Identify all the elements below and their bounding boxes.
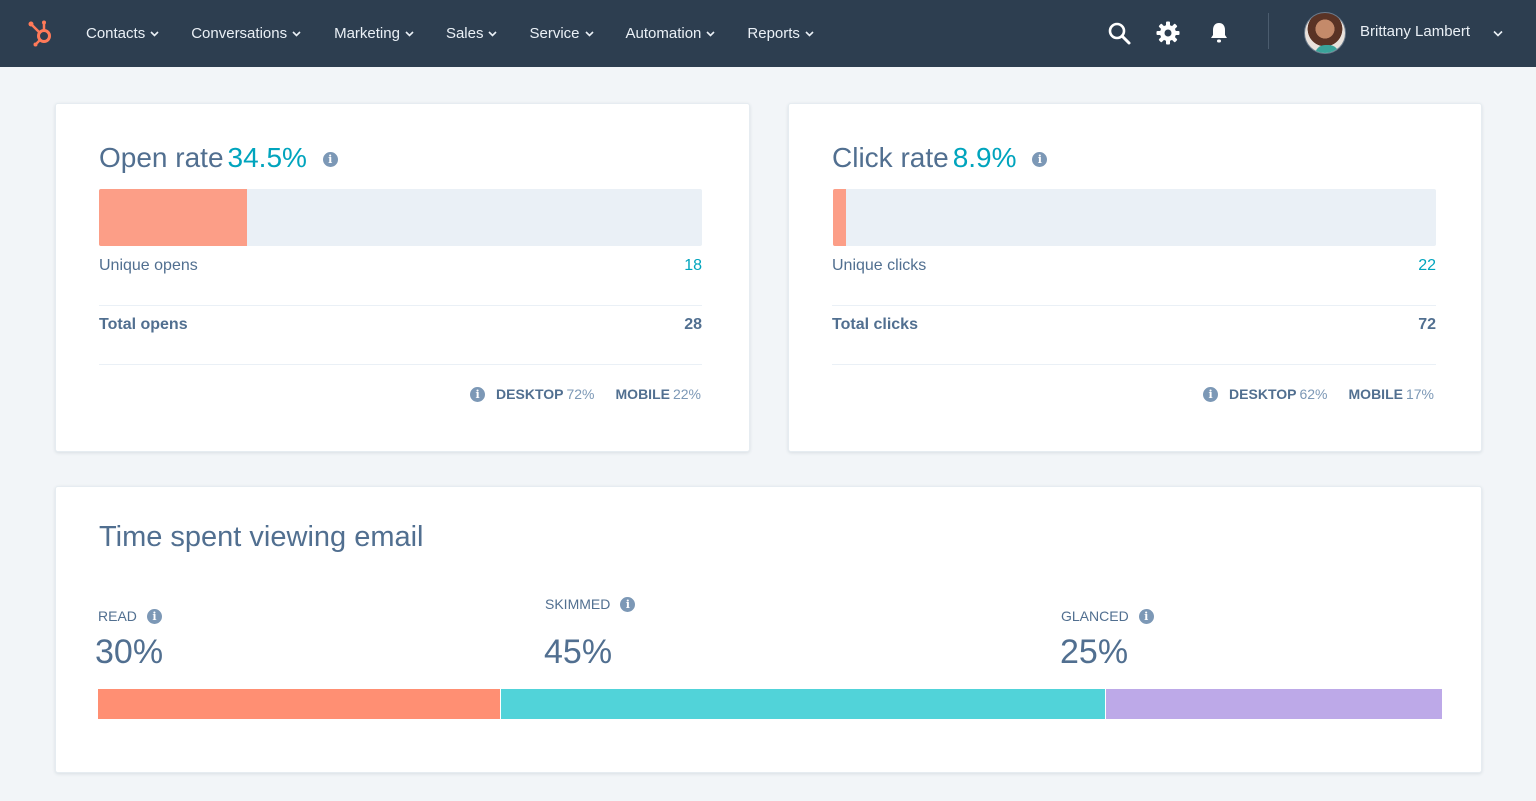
stat-label: Total opens: [99, 316, 188, 333]
open-rate-value: 34.5%: [227, 142, 307, 173]
nav-contacts-label: Contacts: [86, 25, 146, 42]
time-spent-title: Time spent viewing email: [99, 521, 424, 553]
segment-label-read: READ i: [98, 608, 162, 624]
info-icon[interactable]: i: [322, 152, 338, 168]
desktop-label: DESKTOP: [496, 386, 564, 402]
device-breakdown: i DESKTOP 62% MOBILE 17%: [1203, 386, 1434, 402]
segment-bar-skimmed: [501, 689, 1105, 719]
bell-icon[interactable]: [1206, 20, 1232, 46]
desktop-label: DESKTOP: [1229, 386, 1297, 402]
stat-value[interactable]: 22: [1418, 257, 1436, 275]
mobile-label: MOBILE: [615, 386, 670, 402]
glanced-value: 25%: [1060, 633, 1129, 671]
mobile-value: 17%: [1405, 386, 1434, 402]
stat-row-total-opens: Total opens 28: [99, 306, 702, 365]
click-rate-card: Click rate 8.9% i Unique clicks 22 Total …: [788, 103, 1482, 452]
nav-automation-label: Automation: [625, 25, 702, 42]
info-icon[interactable]: i: [146, 608, 162, 624]
chevron-down-icon: [405, 30, 414, 37]
read-label: READ: [98, 608, 137, 624]
nav-contacts[interactable]: Contacts: [86, 25, 159, 42]
time-spent-card: Time spent viewing email: [55, 486, 1482, 773]
stat-value: 72: [1418, 316, 1436, 333]
main-menu: Contacts Conversations Marketing Sales S…: [86, 0, 814, 67]
segment-label-glanced: GLANCED i: [1061, 608, 1154, 624]
top-nav: Contacts Conversations Marketing Sales S…: [0, 0, 1536, 67]
nav-reports-label: Reports: [747, 25, 800, 42]
chevron-down-icon: [805, 30, 814, 37]
stat-value[interactable]: 18: [684, 257, 702, 275]
stat-label: Unique clicks: [832, 257, 927, 274]
skimmed-value: 45%: [544, 633, 613, 671]
nav-conversations-label: Conversations: [191, 25, 288, 42]
stat-row-unique-clicks: Unique clicks 22: [832, 247, 1436, 306]
chevron-down-icon: [488, 30, 498, 37]
stat-row-total-clicks: Total clicks 72: [832, 306, 1436, 365]
info-icon[interactable]: i: [1203, 386, 1219, 402]
click-rate-value: 8.9%: [952, 142, 1017, 173]
info-icon[interactable]: i: [1138, 608, 1154, 624]
segment-bar-read: [98, 689, 501, 719]
user-name[interactable]: Brittany Lambert: [1360, 23, 1470, 40]
chevron-down-icon: [584, 30, 594, 37]
skimmed-label: SKIMMED: [545, 596, 611, 612]
chevron-down-icon: [150, 30, 159, 37]
open-rate-bar-fill: [99, 189, 247, 246]
desktop-value: 72%: [566, 386, 595, 402]
click-rate-title: Click rate 8.9% i: [832, 142, 1048, 174]
nav-reports[interactable]: Reports: [747, 25, 814, 42]
nav-automation[interactable]: Automation: [626, 25, 716, 42]
open-rate-card: Open rate 34.5% i Unique opens 18 Total o…: [55, 103, 750, 452]
mobile-label: MOBILE: [1348, 386, 1403, 402]
info-icon[interactable]: i: [470, 386, 486, 402]
glanced-label: GLANCED: [1061, 608, 1129, 624]
device-breakdown: i DESKTOP 72% MOBILE 22%: [470, 386, 701, 402]
open-rate-bar: [99, 189, 702, 246]
desktop-value: 62%: [1299, 386, 1328, 402]
open-rate-title: Open rate 34.5% i: [99, 142, 338, 174]
avatar-shirt: [1315, 45, 1339, 53]
mobile-value: 22%: [672, 386, 701, 402]
search-icon[interactable]: [1106, 20, 1132, 46]
gear-icon[interactable]: [1155, 20, 1181, 46]
stat-label: Unique opens: [99, 257, 198, 274]
nav-marketing[interactable]: Marketing: [334, 25, 414, 42]
nav-service[interactable]: Service: [529, 25, 594, 42]
info-icon[interactable]: i: [620, 596, 636, 612]
chevron-down-icon: [292, 30, 301, 37]
info-icon[interactable]: i: [1032, 152, 1048, 168]
user-avatar[interactable]: [1304, 12, 1346, 54]
nav-marketing-label: Marketing: [334, 25, 400, 42]
chevron-down-icon[interactable]: [1493, 30, 1503, 37]
click-rate-label: Click rate: [832, 142, 949, 173]
nav-sales[interactable]: Sales: [446, 25, 498, 42]
chevron-down-icon: [706, 30, 715, 37]
stat-label: Total clicks: [832, 316, 918, 333]
read-value: 30%: [95, 633, 164, 671]
hubspot-sprocket-icon[interactable]: [26, 16, 58, 48]
nav-service-label: Service: [529, 25, 580, 42]
stat-value: 28: [684, 316, 702, 333]
open-rate-label: Open rate: [99, 142, 224, 173]
nav-divider: [1268, 13, 1269, 49]
segment-label-skimmed: SKIMMED i: [545, 596, 636, 612]
click-rate-bar: [833, 189, 1436, 246]
nav-sales-label: Sales: [445, 25, 484, 42]
stat-row-unique-opens: Unique opens 18: [99, 247, 702, 306]
segment-bar-glanced: [1106, 689, 1442, 719]
nav-conversations[interactable]: Conversations: [191, 25, 301, 42]
click-rate-bar-fill: [833, 189, 847, 246]
